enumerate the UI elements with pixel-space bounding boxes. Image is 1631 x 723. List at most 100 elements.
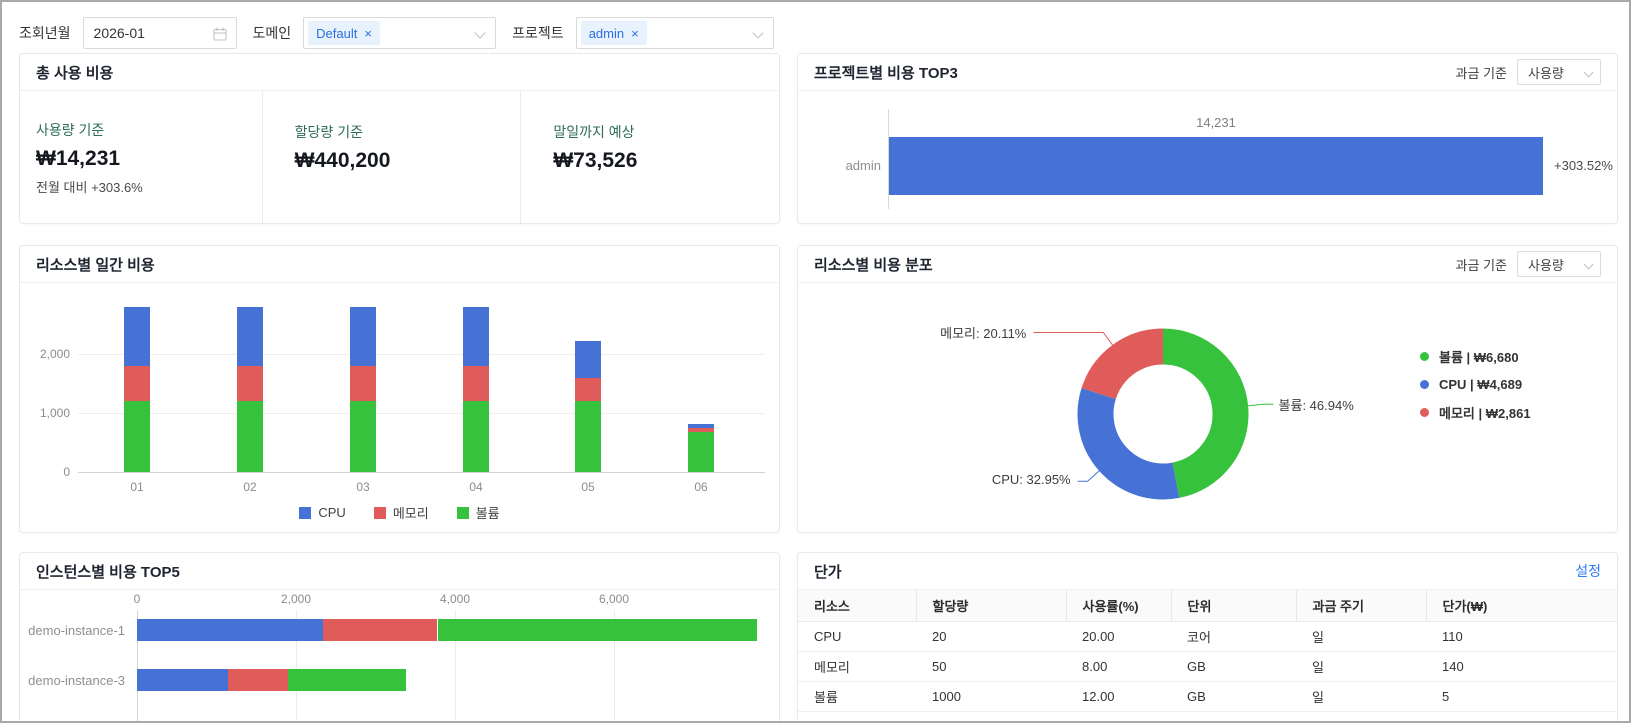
project-tag-text: admin xyxy=(589,26,624,41)
table-cell: 20 xyxy=(916,622,1066,652)
x-axis-tick-label: 6,000 xyxy=(584,592,644,606)
y-axis-tick-label: 0 xyxy=(20,465,70,479)
y-axis-tick-label: 2,000 xyxy=(20,347,70,361)
domain-filter-label: 도메인 xyxy=(253,23,292,43)
project-top3-card-header: 프로젝트별 비용 TOP3 과금 기준 사용량 xyxy=(798,54,1617,91)
billing-basis-label: 과금 기준 xyxy=(1456,63,1507,82)
instance-top5-chart: 02,0004,0006,000demo-instance-1demo-inst… xyxy=(20,590,779,723)
stat-label: 할당량 기준 xyxy=(295,122,521,142)
unit-price-card-header: 단가 설정 xyxy=(798,553,1617,590)
table-cell: 8.00 xyxy=(1066,652,1171,682)
unit-price-table-head: 리소스할당량사용률(%)단위과금 주기단가(₩) xyxy=(798,590,1617,622)
billing-basis-value: 사용량 xyxy=(1528,63,1564,82)
chevron-down-icon xyxy=(752,27,763,38)
table-cell: GB xyxy=(1171,652,1296,682)
stat-subtext: 전월 대비 +303.6% xyxy=(36,177,262,196)
table-cell: 1000 xyxy=(916,682,1066,712)
domain-select[interactable]: Default × xyxy=(303,17,496,49)
billing-basis-value: 사용량 xyxy=(1528,255,1564,274)
bar-value-label: 14,231 xyxy=(889,115,1543,130)
stat-usage-basis: 사용량 기준 ₩14,231 전월 대비 +303.6% xyxy=(20,91,262,224)
billing-basis-control: 과금 기준 사용량 xyxy=(1456,59,1601,85)
billing-basis-select[interactable]: 사용량 xyxy=(1517,251,1601,277)
month-picker-input[interactable]: 2026-01 xyxy=(83,17,237,49)
bar-segment-CPU xyxy=(463,307,489,366)
table-cell: 140 xyxy=(1426,652,1617,682)
project-top3-card: 프로젝트별 비용 TOP3 과금 기준 사용량 14,231admin+303.… xyxy=(797,53,1618,224)
table-cell: 12.00 xyxy=(1066,682,1171,712)
table-cell: CPU xyxy=(798,622,916,652)
domain-tag-text: Default xyxy=(316,26,357,41)
table-row: 볼륨100012.00GB일5 xyxy=(798,682,1617,712)
project-select[interactable]: admin × xyxy=(576,17,774,49)
x-axis-tick-label: 04 xyxy=(451,480,501,494)
unit-price-card: 단가 설정 리소스할당량사용률(%)단위과금 주기단가(₩) CPU2020.0… xyxy=(797,552,1618,723)
x-axis-tick-label: 01 xyxy=(112,480,162,494)
gridline-y xyxy=(78,472,765,473)
billing-basis-select[interactable]: 사용량 xyxy=(1517,59,1601,85)
legend-item-볼륨[interactable]: 볼륨 | ₩6,680 xyxy=(1420,347,1531,366)
bar-segment-CPU xyxy=(237,307,263,366)
bar-segment-메모리 xyxy=(575,378,601,402)
project-filter-label: 프로젝트 xyxy=(512,23,564,43)
bar-segment-볼륨 xyxy=(688,432,714,472)
donut-slice-label: 메모리: 20.11% xyxy=(940,323,1026,342)
filter-bar: 조회년월 2026-01 도메인 Default × 프로젝트 admin × xyxy=(2,2,1629,49)
stat-label: 사용량 기준 xyxy=(36,120,262,140)
bar-segment-CPU xyxy=(688,424,714,428)
billing-basis-label: 과금 기준 xyxy=(1456,255,1507,274)
instance-top5-card: 인스턴스별 비용 TOP5 02,0004,0006,000demo-insta… xyxy=(19,552,780,723)
daily-cost-card-header: 리소스별 일간 비용 xyxy=(20,246,779,283)
bar-segment-메모리 xyxy=(228,669,288,691)
chevron-down-icon xyxy=(1584,260,1594,270)
bar-segment-볼륨 xyxy=(237,401,263,472)
x-axis-tick-label: 06 xyxy=(676,480,726,494)
legend-item-CPU[interactable]: CPU xyxy=(299,503,345,522)
card-title: 리소스별 일간 비용 xyxy=(36,254,155,275)
bar-segment-CPU xyxy=(124,307,150,366)
donut-leader-line xyxy=(1078,469,1101,481)
settings-link[interactable]: 설정 xyxy=(1575,561,1601,581)
column-header: 사용률(%) xyxy=(1066,590,1171,622)
cost-distribution-card: 리소스별 비용 분포 과금 기준 사용량 볼륨: 46.94%CPU: 32.9… xyxy=(797,245,1618,533)
x-axis-tick-label: 2,000 xyxy=(266,592,326,606)
project-top3-chart: 14,231admin+303.52% xyxy=(798,91,1617,224)
legend-swatch xyxy=(299,507,311,519)
legend-item-볼륨[interactable]: 볼륨 xyxy=(457,503,500,522)
dashboard-row-2: 리소스별 일간 비용 01,0002,000010203040506CPU메모리… xyxy=(19,245,1629,533)
stat-value: ₩73,526 xyxy=(553,149,779,173)
bar-segment-볼륨 xyxy=(350,401,376,472)
chevron-down-icon xyxy=(1584,68,1594,78)
legend-swatch xyxy=(457,507,469,519)
legend-dot xyxy=(1420,352,1429,361)
bar-segment-볼륨 xyxy=(288,669,406,691)
card-title: 단가 xyxy=(814,561,842,582)
donut-legend: 볼륨 | ₩6,680 CPU | ₩4,689 메모리 | ₩2,861 xyxy=(1420,347,1531,433)
table-row: 메모리508.00GB일140 xyxy=(798,652,1617,682)
bar-segment-CPU xyxy=(350,307,376,366)
donut-slice-CPU xyxy=(1096,394,1176,482)
domain-tag-close-icon[interactable]: × xyxy=(364,27,372,40)
bar-segment-CPU xyxy=(137,669,228,691)
project-tag-close-icon[interactable]: × xyxy=(631,27,639,40)
cost-distribution-card-header: 리소스별 비용 분포 과금 기준 사용량 xyxy=(798,246,1617,283)
legend-item-메모리[interactable]: 메모리 xyxy=(374,503,429,522)
stat-month-end-forecast: 말일까지 예상 ₩73,526 xyxy=(520,91,779,224)
stat-label: 말일까지 예상 xyxy=(553,122,779,142)
donut-leader-line xyxy=(1033,332,1114,347)
cost-distribution-chart: 볼륨: 46.94%CPU: 32.95%메모리: 20.11%볼륨 | ₩6,… xyxy=(798,283,1617,533)
chart-legend: CPU 메모리 볼륨 xyxy=(20,503,779,522)
table-cell: 50 xyxy=(916,652,1066,682)
project-tag: admin × xyxy=(581,21,647,45)
legend-item-메모리[interactable]: 메모리 | ₩2,861 xyxy=(1420,403,1531,422)
stat-value: ₩440,200 xyxy=(295,149,521,173)
bar-admin xyxy=(889,137,1543,195)
table-cell: 일 xyxy=(1296,652,1426,682)
category-label: demo-instance-3 xyxy=(20,673,125,688)
bar-segment-CPU xyxy=(137,619,323,641)
table-cell: 일 xyxy=(1296,622,1426,652)
column-header: 단가(₩) xyxy=(1426,590,1617,622)
legend-item-CPU[interactable]: CPU | ₩4,689 xyxy=(1420,377,1531,392)
card-title: 리소스별 비용 분포 xyxy=(814,254,933,275)
column-header: 할당량 xyxy=(916,590,1066,622)
